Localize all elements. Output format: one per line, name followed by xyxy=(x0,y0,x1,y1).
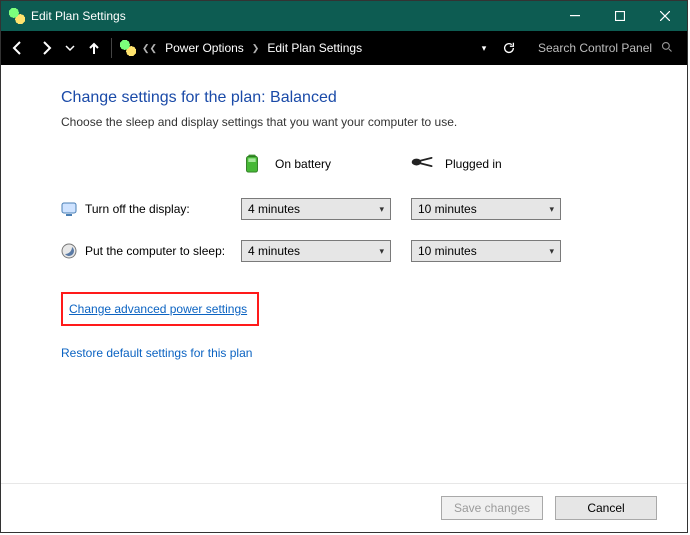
close-button[interactable] xyxy=(642,1,687,31)
window-title: Edit Plan Settings xyxy=(31,9,126,23)
chevron-down-icon: ▾ xyxy=(379,246,384,257)
chevron-down-icon: ▾ xyxy=(549,204,554,215)
column-header-battery: On battery xyxy=(275,157,331,171)
cancel-button[interactable]: Cancel xyxy=(555,496,657,520)
search-input[interactable]: Search Control Panel xyxy=(532,36,679,60)
up-button[interactable] xyxy=(81,35,107,61)
breadcrumb-item[interactable]: Edit Plan Settings xyxy=(267,41,362,55)
page-heading: Change settings for the plan: Balanced xyxy=(61,89,665,107)
sleep-label: Put the computer to sleep: xyxy=(85,244,225,258)
chevron-left-icon: ❮❮ xyxy=(142,43,157,54)
content-area: Change settings for the plan: Balanced C… xyxy=(1,65,687,483)
setting-row-display: Turn off the display: 4 minutes ▾ 10 min… xyxy=(61,198,665,220)
chevron-right-icon: ❯ xyxy=(252,43,260,54)
search-icon xyxy=(661,41,673,56)
plug-icon xyxy=(411,151,433,176)
maximize-button[interactable] xyxy=(597,1,642,31)
display-icon xyxy=(61,201,77,217)
nav-bar: ❮❮ Power Options ❯ Edit Plan Settings ▾ … xyxy=(1,31,687,65)
search-placeholder: Search Control Panel xyxy=(538,41,652,55)
select-value: 10 minutes xyxy=(418,244,477,258)
breadcrumb-dropdown[interactable]: ▾ xyxy=(474,43,494,54)
nav-separator xyxy=(111,38,112,58)
chevron-down-icon: ▾ xyxy=(379,204,384,215)
links-area: Change advanced power settings Restore d… xyxy=(61,292,665,360)
sleep-battery-select[interactable]: 4 minutes ▾ xyxy=(241,240,391,262)
minimize-button[interactable] xyxy=(552,1,597,31)
title-bar: Edit Plan Settings xyxy=(1,1,687,31)
footer-bar: Save changes Cancel xyxy=(1,483,687,532)
window-frame: Edit Plan Settings ❮❮ Power Options xyxy=(0,0,688,533)
back-button[interactable] xyxy=(5,35,31,61)
page-subtext: Choose the sleep and display settings th… xyxy=(61,115,665,129)
forward-button[interactable] xyxy=(33,35,59,61)
breadcrumb[interactable]: ❮❮ Power Options ❯ Edit Plan Settings xyxy=(142,41,472,55)
display-battery-select[interactable]: 4 minutes ▾ xyxy=(241,198,391,220)
chevron-down-icon: ▾ xyxy=(549,246,554,257)
power-options-icon xyxy=(9,8,25,24)
select-value: 4 minutes xyxy=(248,244,300,258)
save-button[interactable]: Save changes xyxy=(441,496,543,520)
power-options-icon xyxy=(120,40,136,56)
column-header-plugged: Plugged in xyxy=(445,157,502,171)
display-plugged-select[interactable]: 10 minutes ▾ xyxy=(411,198,561,220)
battery-icon xyxy=(241,151,263,176)
recent-locations-button[interactable] xyxy=(61,35,79,61)
restore-defaults-link[interactable]: Restore default settings for this plan xyxy=(61,346,665,360)
select-value: 4 minutes xyxy=(248,202,300,216)
setting-row-sleep: Put the computer to sleep: 4 minutes ▾ 1… xyxy=(61,240,665,262)
refresh-button[interactable] xyxy=(496,35,522,61)
sleep-icon xyxy=(61,243,77,259)
column-headers: On battery Plugged in xyxy=(61,151,665,176)
sleep-plugged-select[interactable]: 10 minutes ▾ xyxy=(411,240,561,262)
select-value: 10 minutes xyxy=(418,202,477,216)
breadcrumb-item[interactable]: Power Options xyxy=(165,41,244,55)
display-label: Turn off the display: xyxy=(85,202,190,216)
advanced-settings-link[interactable]: Change advanced power settings xyxy=(61,292,259,326)
